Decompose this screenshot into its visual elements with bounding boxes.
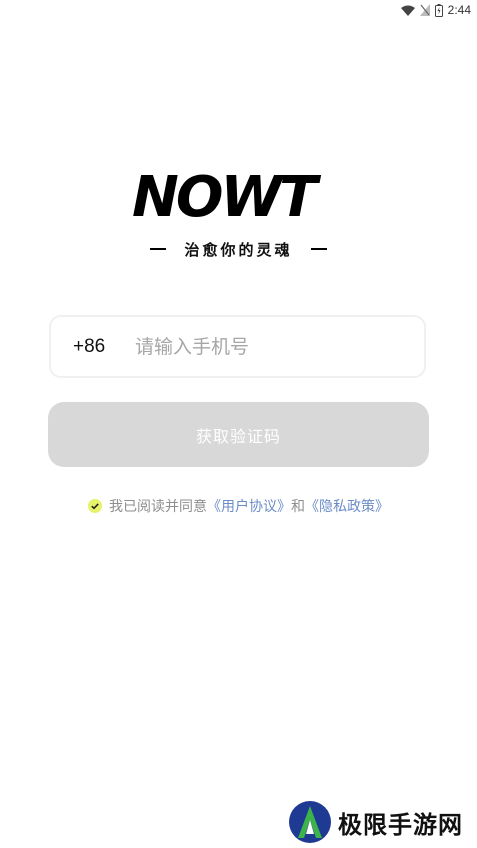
watermark-text: 极限手游网 xyxy=(338,809,463,839)
privacy-policy-link[interactable]: 《隐私政策》 xyxy=(305,496,389,516)
status-time: 2:44 xyxy=(447,3,471,17)
country-code[interactable]: +86 xyxy=(73,336,133,358)
svg-text:NOWT: NOWT xyxy=(132,166,321,226)
battery-icon xyxy=(434,3,443,17)
status-bar: 2:44 xyxy=(0,0,477,20)
phone-input[interactable] xyxy=(133,334,397,359)
tagline-row: 治愈你的灵魂 xyxy=(0,238,477,260)
logo-wordmark: NOWT xyxy=(132,165,324,230)
phone-field[interactable]: +86 xyxy=(49,315,426,378)
agreement-checkbox-icon[interactable] xyxy=(88,499,102,513)
agreement-prefix: 我已阅读并同意 xyxy=(109,499,207,515)
get-code-button[interactable]: 获取验证码 xyxy=(48,402,429,467)
tagline-dash-right xyxy=(310,248,327,250)
status-icons: 2:44 xyxy=(400,2,471,18)
no-signal-icon xyxy=(419,4,430,16)
agreement-conjunction: 和 xyxy=(291,499,305,515)
agreement-row: 我已阅读并同意 《用户协议》 和 《隐私政策》 xyxy=(0,495,477,517)
tagline: 治愈你的灵魂 xyxy=(184,240,293,259)
watermark: 极限手游网 xyxy=(288,800,463,844)
watermark-logo-icon xyxy=(289,801,331,843)
tagline-dash-left xyxy=(150,248,167,250)
wifi-icon xyxy=(400,5,415,16)
nowt-logo: NOWT xyxy=(130,165,348,230)
user-agreement-link[interactable]: 《用户协议》 xyxy=(207,496,291,516)
